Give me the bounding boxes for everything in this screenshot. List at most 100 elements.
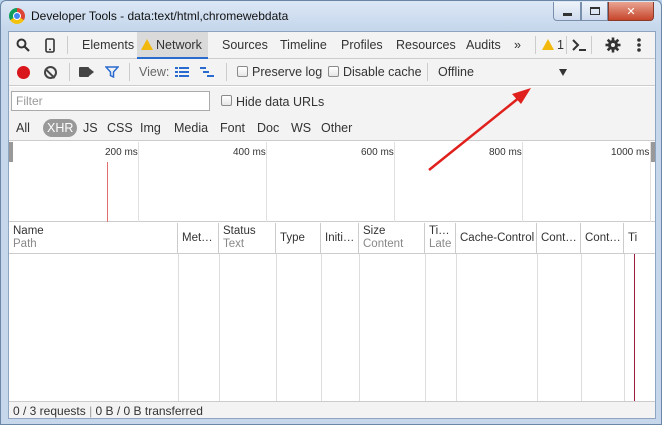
disable-cache-label: Disable cache (343, 65, 422, 79)
hide-data-urls-checkbox[interactable] (221, 95, 232, 106)
column-header-time[interactable]: Ti… Late (425, 223, 456, 254)
column-header-size[interactable]: Size Content (359, 223, 425, 254)
column-subtitle: Content (363, 238, 404, 250)
disable-cache-checkbox[interactable] (328, 66, 339, 77)
tab-timeline[interactable]: Timeline (280, 32, 327, 59)
column-subtitle: Text (223, 238, 245, 250)
overview-gridline (266, 142, 267, 222)
column-divider (178, 254, 179, 401)
type-filter-doc[interactable]: Doc (255, 119, 281, 137)
large-rows-icon[interactable] (175, 66, 189, 78)
overview-tick-label: 1000 ms (611, 147, 650, 158)
warning-icon (141, 39, 153, 50)
overview-right-handle[interactable] (651, 142, 655, 162)
minimize-icon (562, 12, 572, 16)
column-title: Status (223, 225, 256, 237)
type-filter-ws[interactable]: WS (289, 119, 313, 137)
type-filter-css[interactable]: CSS (105, 119, 135, 137)
close-button[interactable]: ✕ (608, 2, 654, 21)
type-filter-all[interactable]: All (14, 119, 32, 137)
column-title: Ti… (429, 225, 450, 237)
title-bar[interactable]: Developer Tools - data:text/html,chromew… (1, 1, 661, 31)
type-filter-other[interactable]: Other (319, 119, 354, 137)
separator (535, 36, 536, 54)
tab-network-label: Network (156, 38, 202, 52)
column-header-timeline[interactable]: Ti (624, 223, 655, 254)
overview-gridline (522, 142, 523, 222)
tab-resources[interactable]: Resources (396, 32, 456, 59)
maximize-icon (589, 7, 600, 15)
hide-data-urls-label: Hide data URLs (236, 95, 325, 109)
column-header-cache-control[interactable]: Cache-Control (456, 223, 537, 254)
type-filter-js[interactable]: JS (81, 119, 100, 137)
status-bar: 0 / 3 requests | 0 B / 0 B transferred (9, 401, 655, 418)
tab-elements[interactable]: Elements (82, 32, 134, 59)
warnings-counter[interactable]: 1 (542, 32, 564, 59)
filter-input[interactable] (11, 91, 210, 111)
devtools-window: Developer Tools - data:text/html,chromew… (0, 0, 662, 425)
type-filter-img[interactable]: Img (138, 119, 163, 137)
column-header-method[interactable]: Met… (178, 223, 219, 254)
gear-icon[interactable] (605, 37, 621, 53)
more-tabs-button[interactable]: » (514, 32, 521, 59)
table-header: Name Path Met… Status Text Type Initi… Siz… (9, 223, 655, 254)
load-event-marker (107, 162, 108, 222)
tab-audits[interactable]: Audits (466, 32, 501, 59)
clear-icon[interactable] (44, 66, 57, 79)
waterfall-overview-icon[interactable] (200, 66, 214, 78)
column-divider (276, 254, 277, 401)
transferred-size: 0 B / 0 B transferred (95, 404, 203, 418)
column-header-name[interactable]: Name Path (9, 223, 178, 254)
inspect-search-icon[interactable] (15, 37, 31, 53)
overview-tick-label: 800 ms (489, 147, 522, 158)
chevron-down-icon[interactable] (559, 69, 567, 76)
network-requests-table: Name Path Met… Status Text Type Initi… Siz… (9, 223, 655, 401)
overview-tick-label: 400 ms (233, 147, 266, 158)
type-filter-xhr[interactable]: XHR (43, 119, 78, 137)
overview-gridline (394, 142, 395, 222)
separator (129, 63, 130, 81)
timeline-overview[interactable]: 200 ms 400 ms 600 ms 800 ms 1000 ms (9, 142, 655, 222)
console-prompt-icon[interactable] (571, 37, 587, 53)
maximize-button[interactable] (581, 2, 608, 21)
column-header-content-1[interactable]: Cont… (537, 223, 581, 254)
devtools-panel: Elements Network Sources Timeline Profil… (8, 31, 656, 419)
overview-gridline (650, 142, 651, 222)
view-label: View: (139, 65, 170, 79)
minimize-button[interactable] (553, 2, 581, 21)
filter-icon[interactable] (104, 66, 120, 79)
column-divider (321, 254, 322, 401)
record-button[interactable] (17, 66, 30, 79)
device-mode-icon[interactable] (42, 37, 58, 53)
separator (566, 36, 567, 54)
table-body (9, 254, 655, 401)
vertical-ellipsis-icon[interactable] (631, 37, 647, 53)
column-header-type[interactable]: Type (276, 223, 321, 254)
type-filter-font[interactable]: Font (218, 119, 247, 137)
waterfall-load-marker (634, 254, 635, 401)
request-count: 0 / 3 requests (13, 404, 86, 418)
column-header-content-2[interactable]: Cont… (581, 223, 624, 254)
preserve-log-label: Preserve log (252, 65, 323, 79)
column-header-status[interactable]: Status Text (219, 223, 276, 254)
tab-profiles[interactable]: Profiles (341, 32, 383, 59)
column-title: Size (363, 225, 386, 237)
column-divider (219, 254, 220, 401)
column-subtitle: Late (429, 238, 452, 250)
column-divider (537, 254, 538, 401)
tab-network[interactable]: Network (137, 32, 208, 59)
tab-sources[interactable]: Sources (222, 32, 268, 59)
column-header-initiator[interactable]: Initi… (321, 223, 359, 254)
overview-gridline (138, 142, 139, 222)
column-divider (425, 254, 426, 401)
column-title: Name (13, 225, 44, 237)
capture-screenshots-icon[interactable] (79, 67, 89, 77)
throttling-select[interactable]: Offline (438, 65, 474, 79)
chrome-icon (9, 8, 25, 24)
overview-left-handle[interactable] (9, 142, 13, 162)
type-filter-media[interactable]: Media (172, 119, 210, 137)
warning-count: 1 (557, 38, 564, 52)
column-subtitle: Path (13, 238, 37, 250)
main-tab-bar: Elements Network Sources Timeline Profil… (9, 32, 655, 59)
preserve-log-checkbox[interactable] (237, 66, 248, 77)
